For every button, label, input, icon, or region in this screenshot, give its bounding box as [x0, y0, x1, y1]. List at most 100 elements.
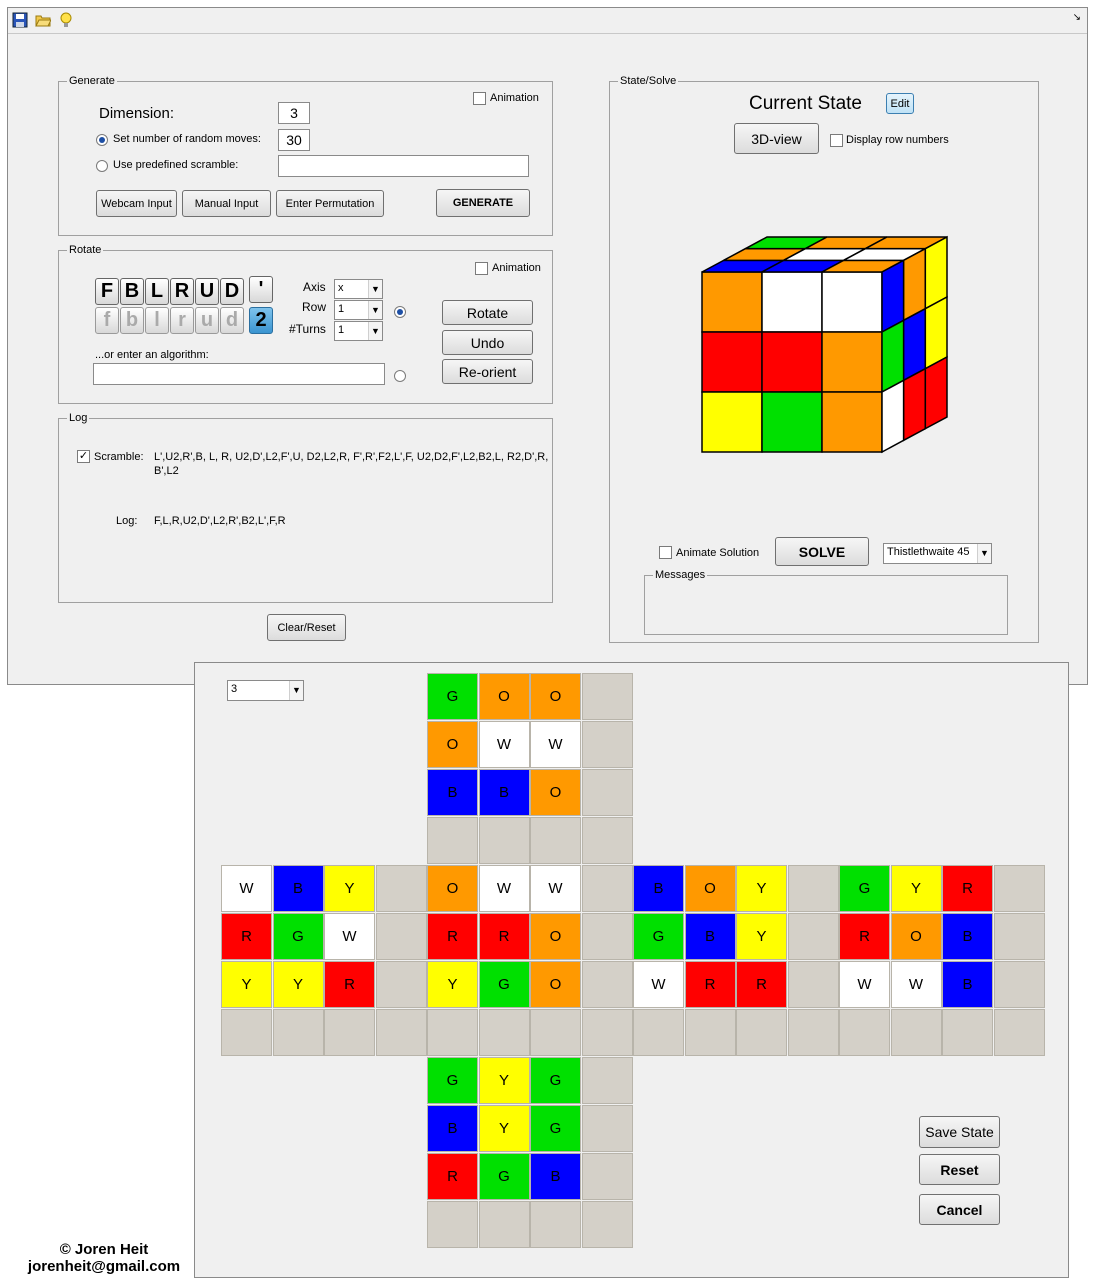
left-facelet[interactable]: Y: [324, 865, 375, 912]
edit-button[interactable]: Edit: [886, 93, 914, 114]
top-facelet[interactable]: O: [427, 721, 478, 768]
random-moves-field[interactable]: 30: [278, 129, 310, 151]
row-select[interactable]: 1 ▼: [334, 300, 383, 320]
bottom-facelet[interactable]: G: [530, 1105, 581, 1152]
reorient-button[interactable]: Re-orient: [442, 359, 533, 384]
right-facelet[interactable]: W: [633, 961, 684, 1008]
undo-button[interactable]: Undo: [442, 330, 533, 355]
algorithm-mode-radio[interactable]: [394, 370, 406, 382]
back-facelet[interactable]: O: [890, 913, 942, 960]
dimension-field[interactable]: 3: [278, 102, 310, 124]
save-icon[interactable]: [12, 12, 28, 28]
front-facelet[interactable]: W: [530, 865, 581, 912]
top-facelet[interactable]: B: [427, 769, 478, 816]
move-prime-button[interactable]: ': [249, 276, 273, 303]
top-facelet[interactable]: W: [530, 721, 581, 768]
move-l-wide-button[interactable]: l: [145, 307, 169, 334]
predefined-scramble-radio[interactable]: [96, 160, 108, 172]
move-d-wide-button[interactable]: d: [220, 307, 244, 334]
solve-button[interactable]: SOLVE: [775, 537, 869, 566]
top-facelet[interactable]: O: [478, 673, 530, 720]
bottom-facelet[interactable]: G: [530, 1057, 581, 1104]
rotate-animation-checkbox[interactable]: [475, 262, 488, 275]
top-facelet[interactable]: B: [478, 769, 530, 816]
predefined-scramble-field[interactable]: [278, 155, 529, 177]
move-b-wide-button[interactable]: b: [120, 307, 144, 334]
right-facelet[interactable]: G: [633, 913, 684, 960]
right-facelet[interactable]: B: [684, 913, 736, 960]
right-facelet[interactable]: O: [684, 865, 736, 912]
lightbulb-icon[interactable]: [58, 12, 74, 28]
turns-select[interactable]: 1 ▼: [334, 321, 383, 341]
back-facelet[interactable]: R: [839, 913, 890, 960]
right-facelet[interactable]: Y: [736, 865, 787, 912]
left-facelet[interactable]: W: [221, 865, 272, 912]
front-facelet[interactable]: O: [427, 865, 478, 912]
back-facelet[interactable]: W: [890, 961, 942, 1008]
open-folder-icon[interactable]: [35, 12, 52, 28]
back-facelet[interactable]: Y: [890, 865, 942, 912]
animate-solution-checkbox[interactable]: [659, 546, 672, 559]
front-facelet[interactable]: W: [478, 865, 530, 912]
bottom-facelet[interactable]: B: [530, 1153, 581, 1200]
save-state-button[interactable]: Save State: [919, 1116, 1000, 1148]
row-numbers-checkbox[interactable]: [830, 134, 843, 147]
move-u-wide-button[interactable]: u: [195, 307, 219, 334]
front-facelet[interactable]: R: [427, 913, 478, 960]
back-facelet[interactable]: B: [942, 913, 993, 960]
manual-input-button[interactable]: Manual Input: [182, 190, 271, 217]
scramble-checkbox[interactable]: ✓: [77, 450, 90, 463]
left-facelet[interactable]: Y: [221, 961, 272, 1008]
back-facelet[interactable]: G: [839, 865, 890, 912]
front-facelet[interactable]: O: [530, 961, 581, 1008]
move-f-wide-button[interactable]: f: [95, 307, 119, 334]
top-facelet[interactable]: O: [530, 769, 581, 816]
axis-mode-radio[interactable]: [394, 306, 406, 318]
axis-select[interactable]: x ▼: [334, 279, 383, 299]
left-facelet[interactable]: R: [221, 913, 272, 960]
back-facelet[interactable]: R: [942, 865, 993, 912]
bottom-facelet[interactable]: Y: [478, 1057, 530, 1104]
editor-reset-button[interactable]: Reset: [919, 1154, 1000, 1185]
front-facelet[interactable]: R: [478, 913, 530, 960]
right-facelet[interactable]: R: [736, 961, 787, 1008]
algorithm-field[interactable]: [93, 363, 385, 385]
left-facelet[interactable]: B: [272, 865, 324, 912]
bottom-facelet[interactable]: R: [427, 1153, 478, 1200]
move-D-button[interactable]: D: [220, 278, 244, 305]
move-U-button[interactable]: U: [195, 278, 219, 305]
move-L-button[interactable]: L: [145, 278, 169, 305]
right-facelet[interactable]: R: [684, 961, 736, 1008]
left-facelet[interactable]: W: [324, 913, 375, 960]
back-facelet[interactable]: B: [942, 961, 993, 1008]
editor-cancel-button[interactable]: Cancel: [919, 1194, 1000, 1225]
generate-animation-checkbox[interactable]: [473, 92, 486, 105]
enter-permutation-button[interactable]: Enter Permutation: [276, 190, 384, 217]
right-facelet[interactable]: B: [633, 865, 684, 912]
move-R-button[interactable]: R: [170, 278, 194, 305]
top-facelet[interactable]: G: [427, 673, 478, 720]
clear-reset-button[interactable]: Clear/Reset: [267, 614, 346, 641]
cube-size-select[interactable]: 3 ▼: [227, 680, 304, 701]
top-facelet[interactable]: O: [530, 673, 581, 720]
left-facelet[interactable]: Y: [272, 961, 324, 1008]
bottom-facelet[interactable]: G: [478, 1153, 530, 1200]
back-facelet[interactable]: W: [839, 961, 890, 1008]
rotate-button[interactable]: Rotate: [442, 300, 533, 325]
3d-view-button[interactable]: 3D-view: [734, 123, 819, 154]
front-facelet[interactable]: G: [478, 961, 530, 1008]
bottom-facelet[interactable]: Y: [478, 1105, 530, 1152]
top-facelet[interactable]: W: [478, 721, 530, 768]
move-double-button[interactable]: 2: [249, 307, 273, 334]
front-facelet[interactable]: O: [530, 913, 581, 960]
bottom-facelet[interactable]: G: [427, 1057, 478, 1104]
front-facelet[interactable]: Y: [427, 961, 478, 1008]
left-facelet[interactable]: G: [272, 913, 324, 960]
left-facelet[interactable]: R: [324, 961, 375, 1008]
bottom-facelet[interactable]: B: [427, 1105, 478, 1152]
random-moves-radio[interactable]: [96, 134, 108, 146]
move-B-button[interactable]: B: [120, 278, 144, 305]
move-F-button[interactable]: F: [95, 278, 119, 305]
move-r-wide-button[interactable]: r: [170, 307, 194, 334]
generate-button[interactable]: GENERATE: [436, 189, 530, 217]
